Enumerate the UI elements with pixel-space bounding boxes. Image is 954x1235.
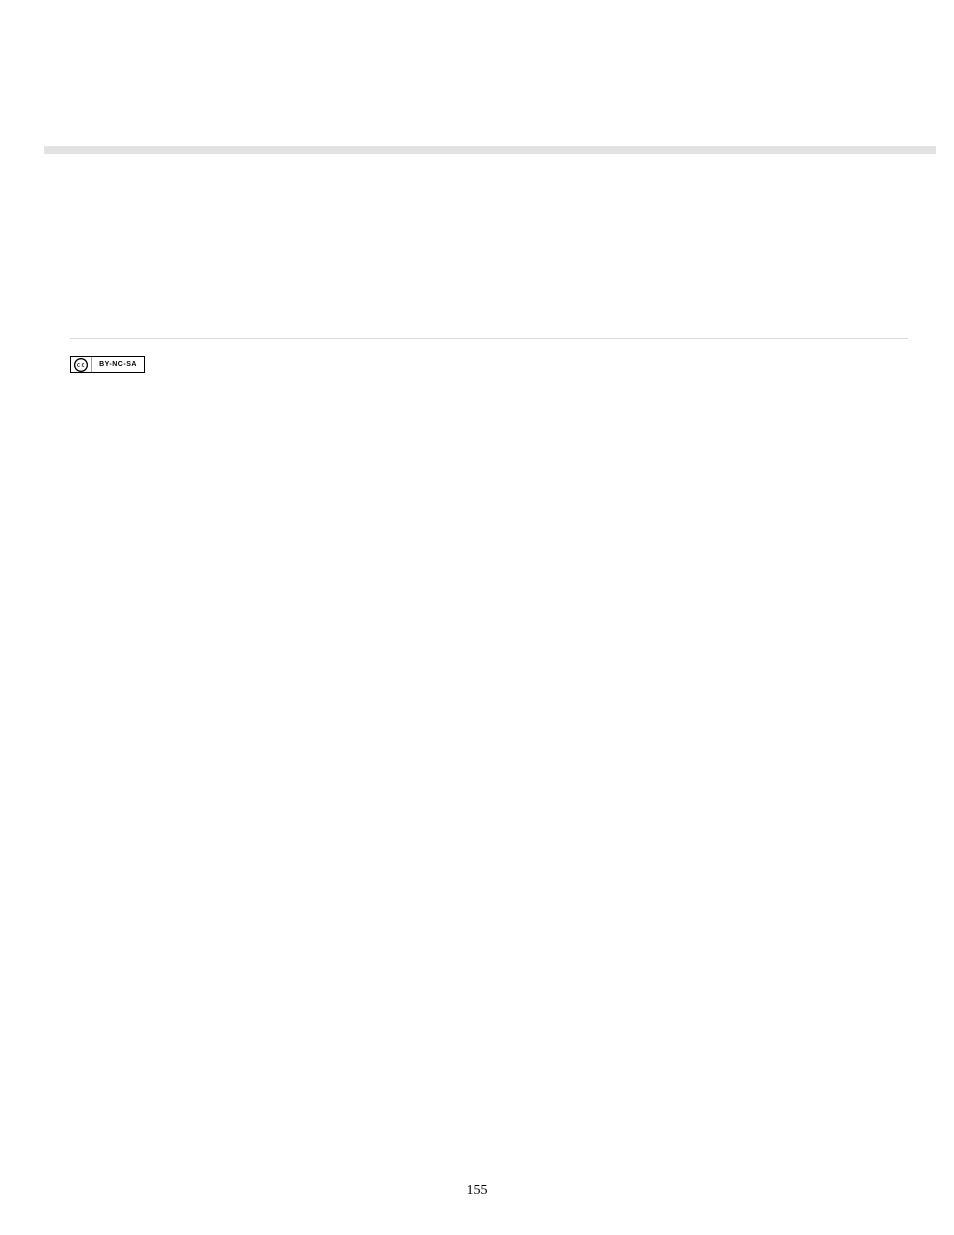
header-separator-bar — [44, 146, 936, 154]
page-number: 155 — [0, 1183, 954, 1199]
cc-license-label: BY-NC-SA — [99, 361, 137, 368]
cc-logo-icon — [74, 358, 88, 372]
cc-logo-cell — [71, 357, 92, 372]
cc-label-cell: BY-NC-SA — [92, 357, 144, 372]
horizontal-rule — [70, 338, 908, 339]
cc-license-badge: BY-NC-SA — [70, 356, 145, 373]
